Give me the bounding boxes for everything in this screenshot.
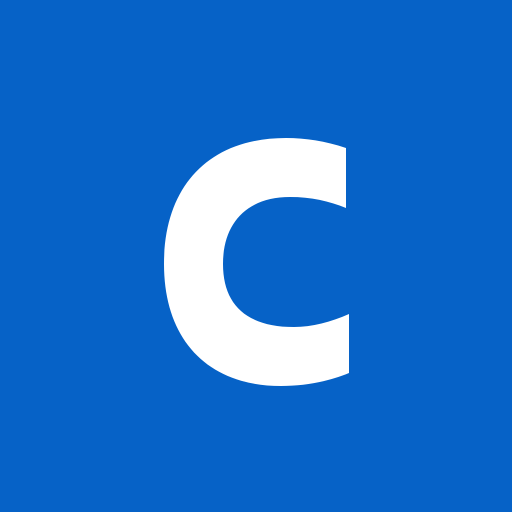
app-icon: c <box>0 0 512 512</box>
letter-c-glyph: c <box>0 0 512 512</box>
